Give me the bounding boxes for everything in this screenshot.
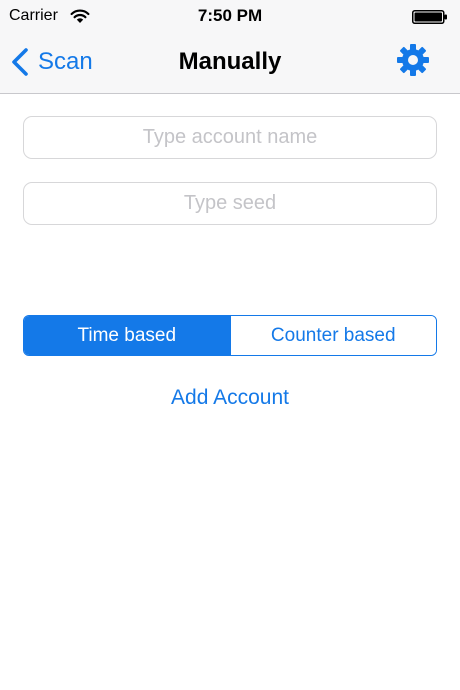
segment-time-based[interactable]: Time based xyxy=(24,316,230,355)
account-name-field xyxy=(23,116,437,159)
seed-input[interactable] xyxy=(24,183,436,224)
account-name-input[interactable] xyxy=(24,117,436,158)
type-segmented-control: Time based Counter based xyxy=(23,315,437,356)
segment-counter-based[interactable]: Counter based xyxy=(229,316,436,355)
status-bar: Carrier 7:50 PM xyxy=(0,0,460,34)
status-time: 7:50 PM xyxy=(197,6,263,25)
battery-icon xyxy=(412,10,447,24)
seed-field xyxy=(23,182,437,225)
gear-icon[interactable] xyxy=(396,43,430,77)
page-title: Manually xyxy=(178,48,282,75)
navigation-bar: Scan Manually xyxy=(0,34,460,94)
add-account-button[interactable]: Add Account xyxy=(0,386,460,410)
